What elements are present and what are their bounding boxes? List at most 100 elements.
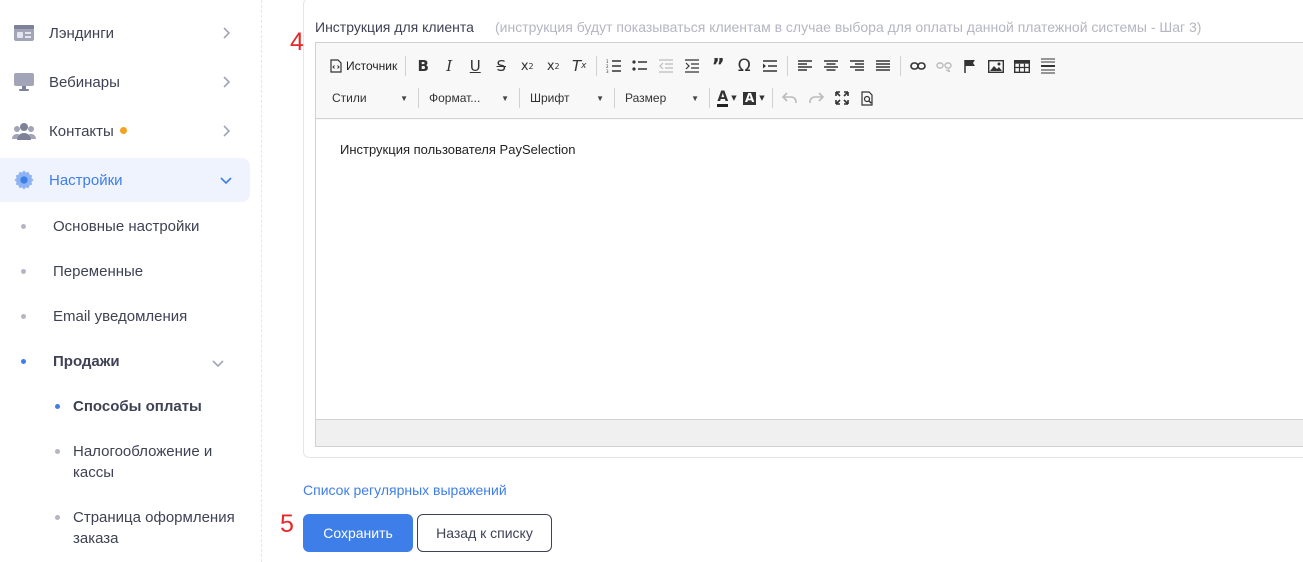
blockquote-button[interactable]: ” <box>705 53 731 79</box>
unlink-icon <box>936 62 952 72</box>
redo-button[interactable] <box>803 85 829 111</box>
unlink-button[interactable] <box>931 53 957 79</box>
landing-page-icon <box>12 21 36 45</box>
bold-button[interactable]: B <box>410 53 436 79</box>
monitor-icon <box>12 70 36 94</box>
align-right-icon <box>850 60 865 71</box>
font-dropdown[interactable]: Шрифт ▼ <box>524 86 610 110</box>
styles-dropdown[interactable]: Стили ▼ <box>326 86 414 110</box>
numbered-list-button[interactable]: 123 <box>601 53 627 79</box>
table-icon <box>1014 59 1031 73</box>
align-justify-icon <box>876 60 891 71</box>
sidebar-subitem-main-settings[interactable]: Основные настройки <box>0 216 250 237</box>
sidebar-item-label: Контакты <box>49 122 114 140</box>
sidebar-subitem-taxation[interactable]: Налогообложение и кассы <box>0 441 250 483</box>
chevron-right-icon <box>223 76 231 88</box>
format-dropdown-label: Формат... <box>429 91 481 105</box>
bullet-icon <box>55 449 60 454</box>
toolbar-separator <box>418 88 419 108</box>
rich-text-editor: Источник B I U S x2 x2 Tx 123 ” Ω Стили … <box>315 42 1303 447</box>
table-button[interactable] <box>1009 53 1035 79</box>
dropdown-arrow-icon: ▼ <box>400 93 408 103</box>
sidebar-subitem-payment-methods[interactable]: Способы оплаты <box>0 396 250 417</box>
toolbar-separator <box>787 56 789 76</box>
sidebar-item-settings[interactable]: Настройки <box>0 158 250 202</box>
toolbar-separator <box>900 56 902 76</box>
sidebar-item-contacts[interactable]: Контакты <box>0 109 250 153</box>
sidebar-item-landings[interactable]: Лэндинги <box>0 11 250 55</box>
bullet-icon <box>55 515 60 520</box>
italic-button[interactable]: I <box>436 53 462 79</box>
sidebar-subitem-checkout-page[interactable]: Страница оформления заказа <box>0 507 250 549</box>
strikethrough-button[interactable]: S <box>488 53 514 79</box>
image-icon <box>988 59 1005 73</box>
horizontal-line-button[interactable] <box>1035 53 1061 79</box>
sidebar-subitem-label: Страница оформления заказа <box>73 509 235 547</box>
insert-block-button[interactable] <box>757 53 783 79</box>
styles-dropdown-label: Стили <box>332 91 367 105</box>
link-icon <box>910 62 927 70</box>
font-dropdown-label: Шрифт <box>530 91 570 105</box>
size-dropdown-label: Размер <box>625 91 667 105</box>
maximize-button[interactable] <box>829 85 855 111</box>
decrease-indent-button[interactable] <box>653 53 679 79</box>
remove-format-button[interactable]: Tx <box>566 53 592 79</box>
underline-button[interactable]: U <box>462 53 488 79</box>
horizontal-line-icon <box>1041 58 1056 74</box>
toolbar-separator <box>709 88 710 108</box>
step-marker-4: 4 <box>290 28 304 56</box>
undo-button[interactable] <box>777 85 803 111</box>
align-justify-button[interactable] <box>870 53 896 79</box>
preview-button[interactable] <box>855 85 881 111</box>
sidebar-item-label: Вебинары <box>49 73 120 91</box>
source-button-label: Источник <box>346 59 398 73</box>
background-color-button[interactable]: A ▼ <box>740 85 768 111</box>
sidebar-subitem-label: Способы оплаты <box>73 398 202 415</box>
chevron-right-icon <box>223 27 231 39</box>
sidebar-item-webinars[interactable]: Вебинары <box>0 60 250 104</box>
bullet-icon <box>21 269 26 274</box>
editor-content-text: Инструкция пользователя PaySelection <box>340 142 576 157</box>
sidebar-item-label: Настройки <box>49 171 123 189</box>
outdent-icon <box>659 59 674 73</box>
size-dropdown[interactable]: Размер ▼ <box>619 86 705 110</box>
anchor-button[interactable] <box>957 53 983 79</box>
source-button[interactable]: Источник <box>326 53 401 79</box>
text-color-button[interactable]: A ▼ <box>714 85 740 111</box>
sidebar-subitem-sales[interactable]: Продажи <box>0 351 250 372</box>
toolbar-separator <box>771 88 773 108</box>
subscript-button[interactable]: x2 <box>514 53 540 79</box>
toolbar-separator <box>405 56 407 76</box>
image-button[interactable] <box>983 53 1009 79</box>
gear-icon <box>12 168 36 192</box>
dropdown-arrow-icon: ▼ <box>731 94 737 102</box>
maximize-icon <box>834 91 849 105</box>
back-to-list-button[interactable]: Назад к списку <box>417 514 552 552</box>
save-button[interactable]: Сохранить <box>303 514 413 552</box>
sidebar-subitem-label: Переменные <box>53 263 144 280</box>
editor-content-area[interactable]: Инструкция пользователя PaySelection <box>316 120 1303 420</box>
chevron-down-icon <box>220 177 232 185</box>
superscript-button[interactable]: x2 <box>540 53 566 79</box>
bulleted-list-button[interactable] <box>627 53 653 79</box>
format-dropdown[interactable]: Формат... ▼ <box>423 86 515 110</box>
align-center-button[interactable] <box>818 53 844 79</box>
align-center-icon <box>824 60 839 71</box>
show-blocks-icon <box>763 60 778 72</box>
editor-toolbar: Источник B I U S x2 x2 Tx 123 ” Ω Стили … <box>316 43 1303 119</box>
numbered-list-icon: 123 <box>606 59 622 73</box>
sidebar-subitem-variables[interactable]: Переменные <box>0 261 250 282</box>
increase-indent-button[interactable] <box>679 53 705 79</box>
dropdown-arrow-icon: ▼ <box>759 94 765 102</box>
special-char-button[interactable]: Ω <box>731 53 757 79</box>
dropdown-arrow-icon: ▼ <box>596 93 604 103</box>
align-left-button[interactable] <box>792 53 818 79</box>
sidebar-subitem-email-notifications[interactable]: Email уведомления <box>0 306 250 327</box>
link-button[interactable] <box>905 53 931 79</box>
sidebar-subitem-label: Продажи <box>53 353 120 370</box>
dropdown-arrow-icon: ▼ <box>691 93 699 103</box>
editor-status-bar <box>316 419 1303 446</box>
toolbar-separator <box>596 56 598 76</box>
regex-list-link[interactable]: Список регулярных выражений <box>303 482 507 498</box>
align-right-button[interactable] <box>844 53 870 79</box>
